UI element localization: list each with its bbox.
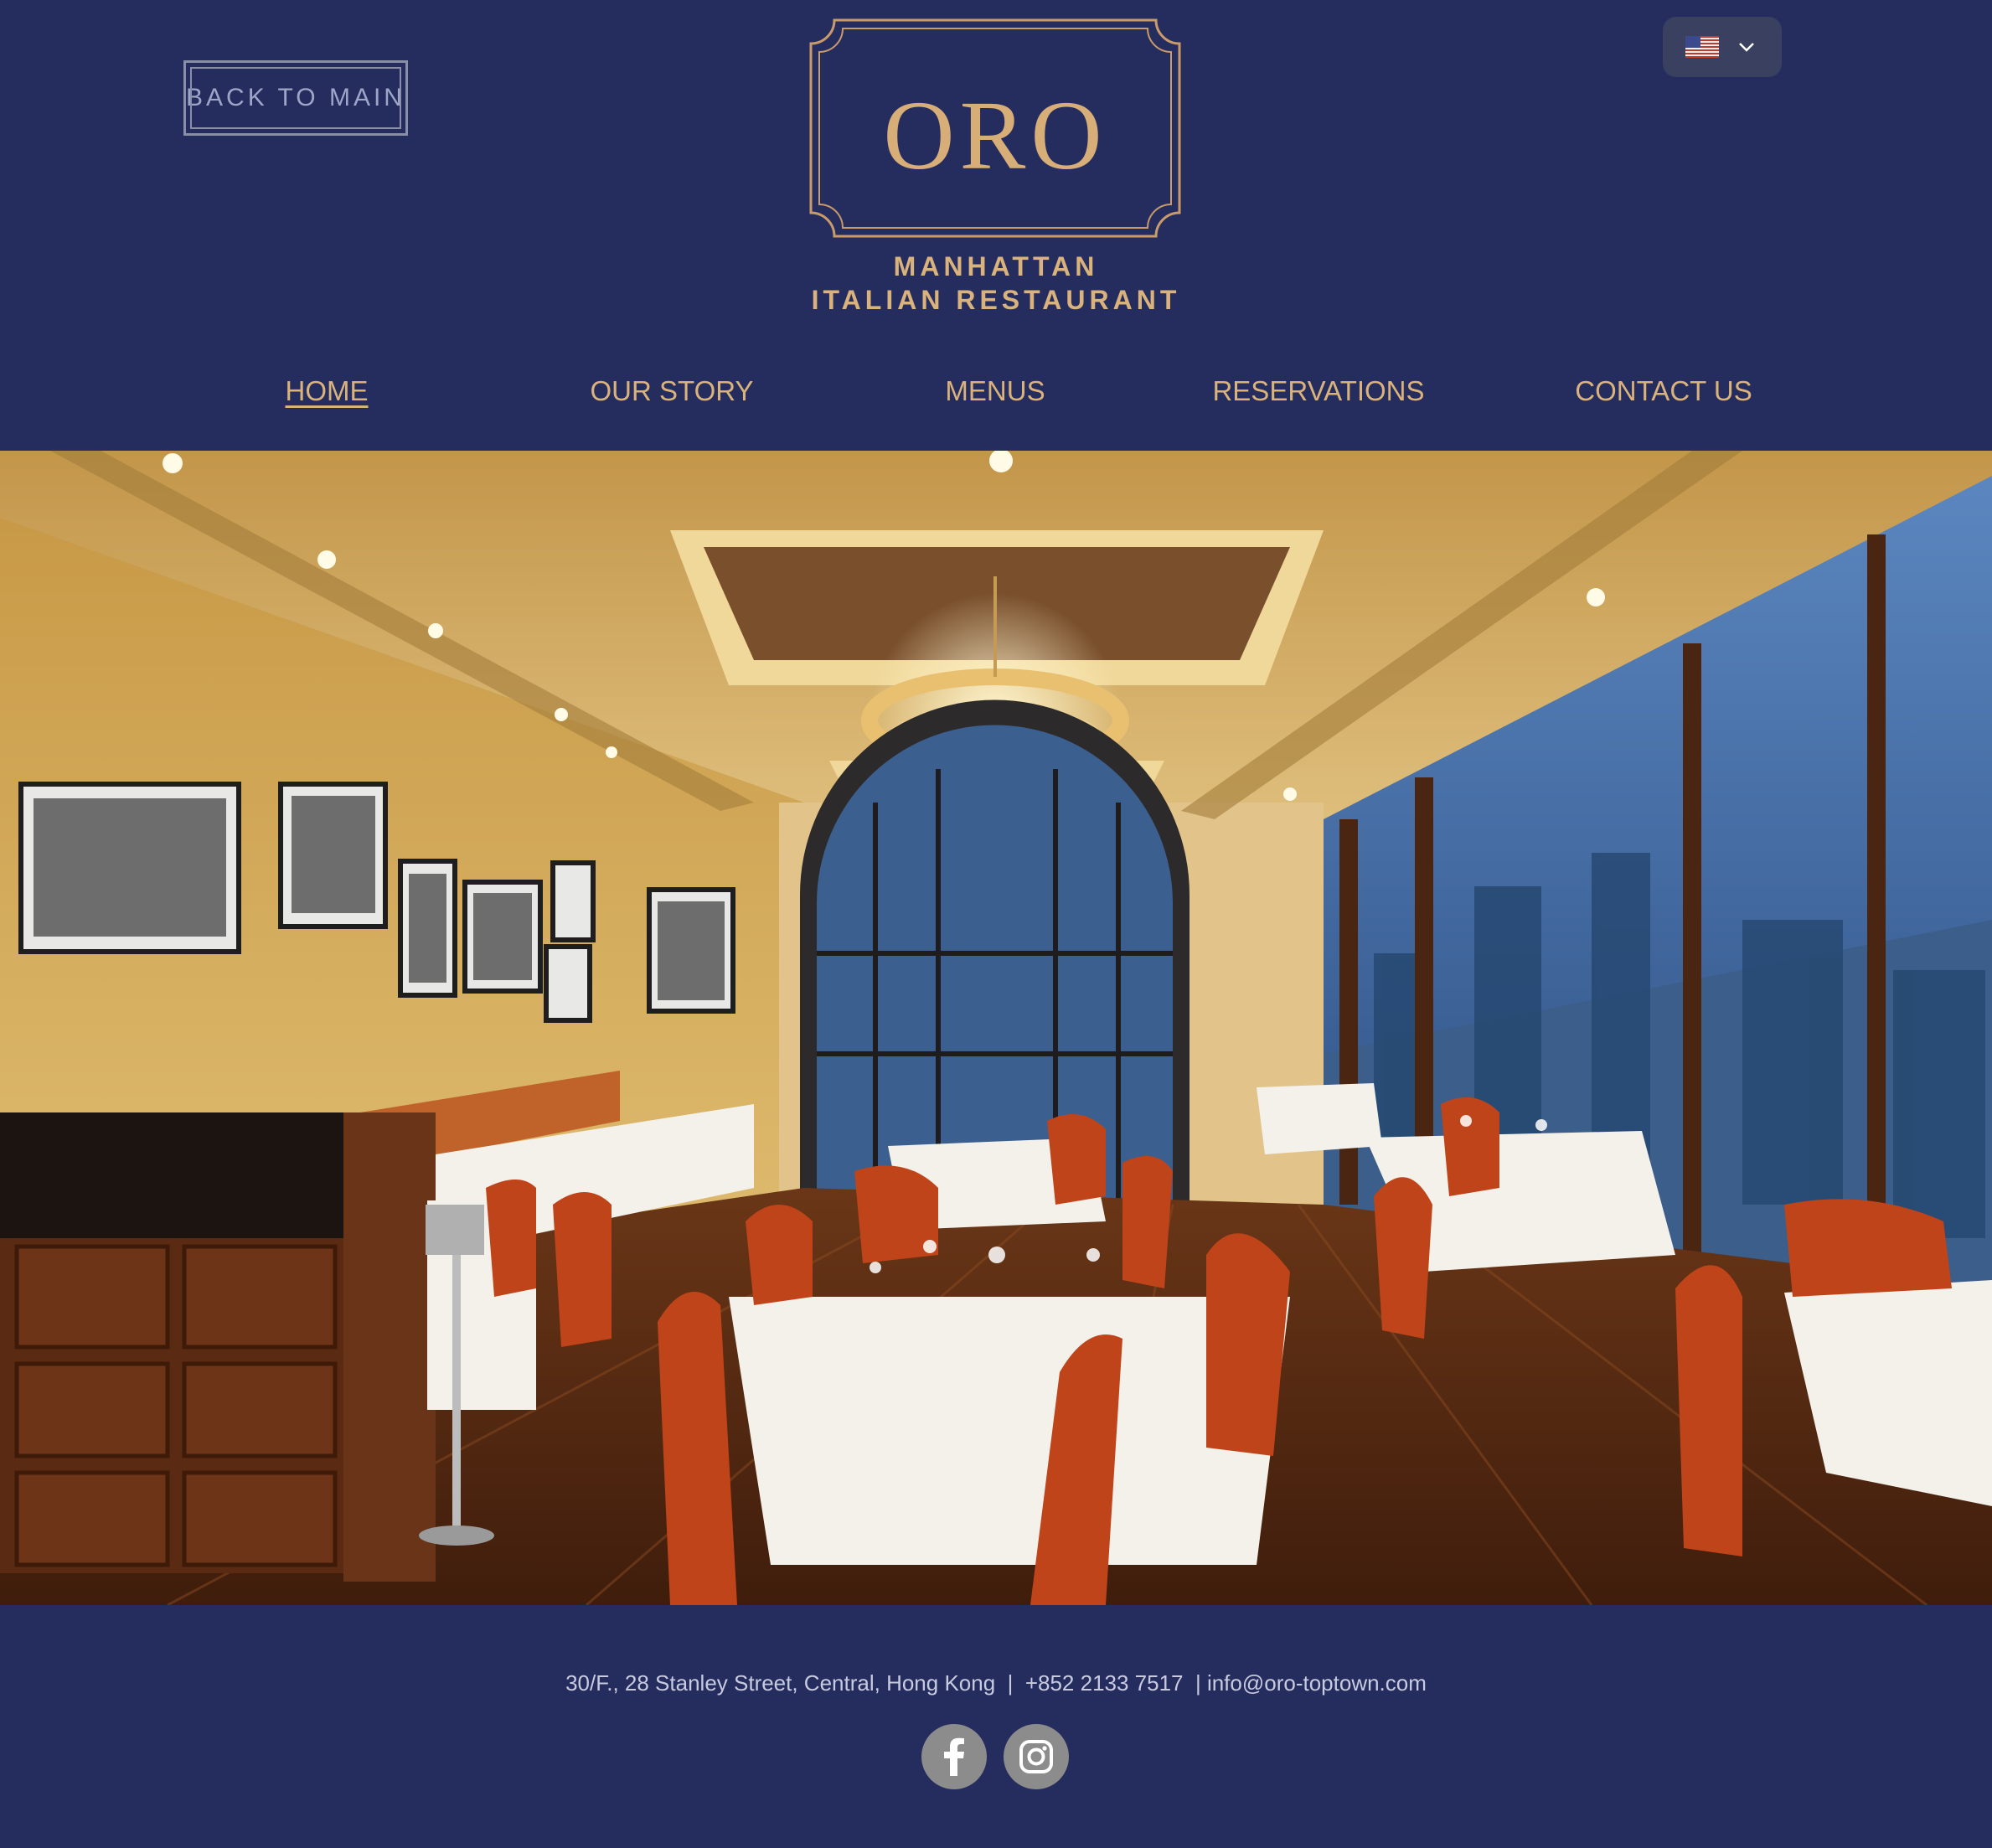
chevron-down-icon	[1739, 43, 1754, 52]
nav-home[interactable]: HOME	[286, 375, 369, 407]
tagline-line2: ITALIAN RESTAURANT	[811, 285, 1181, 315]
instagram-icon[interactable]	[1004, 1724, 1069, 1789]
us-flag-icon	[1685, 36, 1719, 58]
tagline-line1: MANHATTAN	[893, 251, 1099, 281]
nav-reservations[interactable]: RESERVATIONS	[1212, 375, 1424, 407]
facebook-icon[interactable]	[921, 1724, 987, 1789]
language-selector[interactable]	[1663, 17, 1782, 77]
back-to-main-button[interactable]: BACK TO MAIN	[183, 60, 408, 136]
back-to-main-label: BACK TO MAIN	[186, 84, 405, 111]
nav-contact-us[interactable]: CONTACT US	[1575, 375, 1752, 407]
main-nav: HOME OUR STORY MENUS RESERVATIONS CONTAC…	[0, 375, 1992, 417]
restaurant-interior-illustration	[0, 451, 1992, 1605]
logo-text: ORO	[883, 80, 1107, 190]
nav-menus[interactable]: MENUS	[945, 375, 1045, 407]
nav-our-story[interactable]: OUR STORY	[591, 375, 754, 407]
oro-logo[interactable]: ORO	[809, 18, 1181, 238]
footer-contact-info: 30/F., 28 Stanley Street, Central, Hong …	[565, 1670, 1427, 1696]
hero-image	[0, 451, 1992, 1605]
